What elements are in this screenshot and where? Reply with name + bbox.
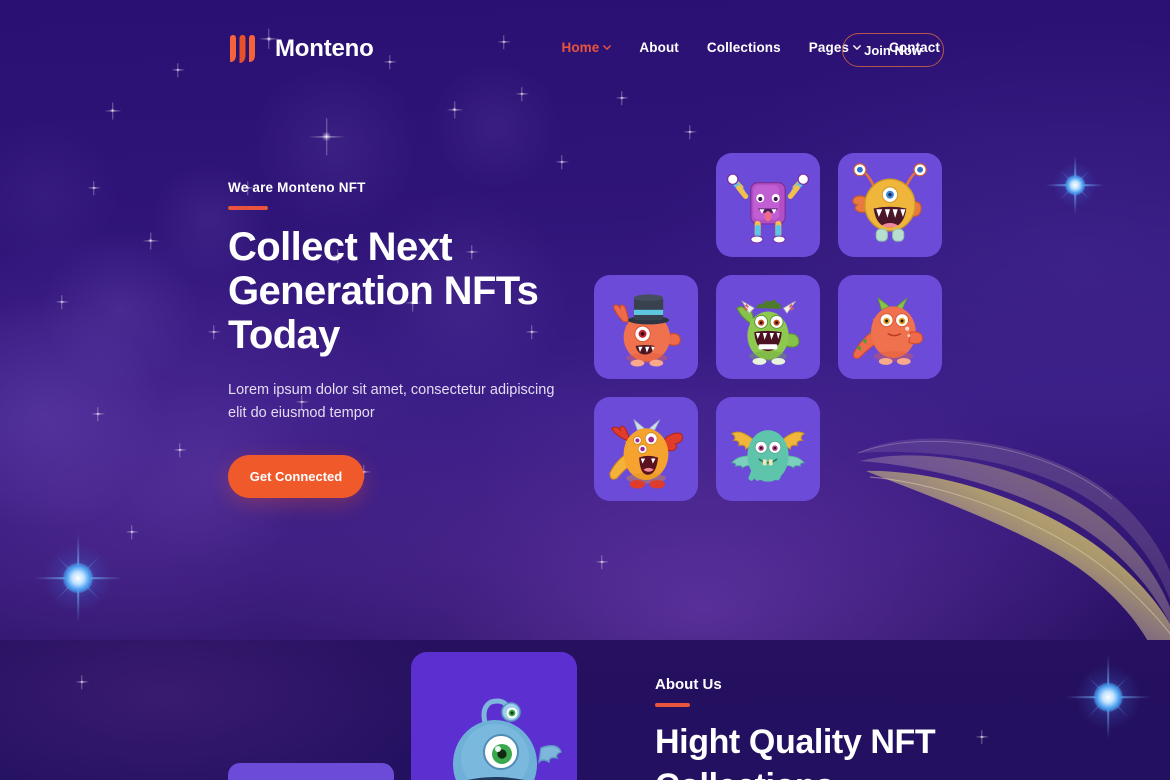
lens-flare-sparkle <box>1066 655 1150 739</box>
star-sparkle <box>92 186 96 190</box>
star-sparkle <box>452 107 457 112</box>
star-sparkle <box>688 130 692 134</box>
yellow-eye-monster-illustration <box>852 163 927 242</box>
bokeh-blob <box>40 230 200 390</box>
about-content: About Us Hight Quality NFT Collections <box>655 676 1075 780</box>
nav-item-collections-label: Collections <box>706 40 781 55</box>
nft-card-tophat-monster[interactable] <box>594 275 698 379</box>
nft-card-teal-bat-monster[interactable] <box>716 397 820 501</box>
nav-item-collections[interactable]: Collections <box>707 40 781 55</box>
nft-card-yellow-eye-monster[interactable] <box>838 153 942 257</box>
star-sparkle <box>212 330 216 334</box>
page-root: Monteno Home About Collections Pages Con… <box>0 0 1170 780</box>
nav-item-about[interactable]: About <box>639 40 678 55</box>
about-image-card <box>411 652 577 780</box>
about-accent-dash <box>655 703 690 707</box>
nav-item-about-label: About <box>639 40 679 55</box>
lens-flare-sparkle <box>1046 156 1104 214</box>
star-sparkle <box>148 238 153 243</box>
green-horned-monster-illustration <box>736 299 800 365</box>
star-sparkle <box>80 680 84 684</box>
purple-box-monster-illustration <box>726 173 810 244</box>
brand-name: Monteno <box>275 35 374 62</box>
bokeh-blob <box>0 300 160 530</box>
red-dino-monster-illustration <box>853 296 924 365</box>
lens-flare-sparkle <box>34 534 122 622</box>
orange-dino-monster-illustration <box>609 418 683 489</box>
get-connected-button[interactable]: Get Connected <box>228 455 364 498</box>
site-header: Monteno Home About Collections Pages Con… <box>0 0 1170 100</box>
monteno-logo-icon <box>230 35 255 63</box>
star-sparkle <box>321 131 332 142</box>
about-secondary-card <box>228 763 394 780</box>
teal-bat-monster-illustration <box>730 430 806 482</box>
nft-card-orange-dino-monster[interactable] <box>594 397 698 501</box>
brand-logo[interactable]: Monteno <box>226 31 374 67</box>
join-now-button[interactable]: Join Now <box>842 33 944 67</box>
about-title: Hight Quality NFT Collections <box>655 722 936 780</box>
star-sparkle <box>600 560 604 564</box>
star-sparkle <box>178 448 182 452</box>
nft-card-purple-box-monster[interactable] <box>716 153 820 257</box>
star-sparkle <box>60 300 64 304</box>
hero-title: Collect Next Generation NFTs Today <box>228 225 539 357</box>
chevron-down-icon <box>603 45 612 50</box>
hero-eyebrow: We are Monteno NFT <box>228 180 366 195</box>
nav-item-home-label: Home <box>561 40 600 55</box>
nav-item-home[interactable]: Home <box>561 40 612 55</box>
nft-card-green-horned-monster[interactable] <box>716 275 820 379</box>
star-sparkle <box>130 530 134 534</box>
bokeh-blob <box>0 120 120 270</box>
star-sparkle <box>110 108 115 113</box>
nft-card-grid <box>594 153 946 503</box>
hero-content: We are Monteno NFT Collect Next Generati… <box>228 180 558 498</box>
blue-anglerfish-monster-illustration <box>453 698 562 780</box>
star-sparkle <box>560 160 564 164</box>
about-eyebrow: About Us <box>655 676 722 693</box>
nft-card-red-dino-monster[interactable] <box>838 275 942 379</box>
star-sparkle <box>96 412 100 416</box>
hero-paragraph: Lorem ipsum dolor sit amet, consectetur … <box>228 382 555 421</box>
tophat-monster-illustration <box>612 294 681 367</box>
hero-accent-dash <box>228 206 268 210</box>
